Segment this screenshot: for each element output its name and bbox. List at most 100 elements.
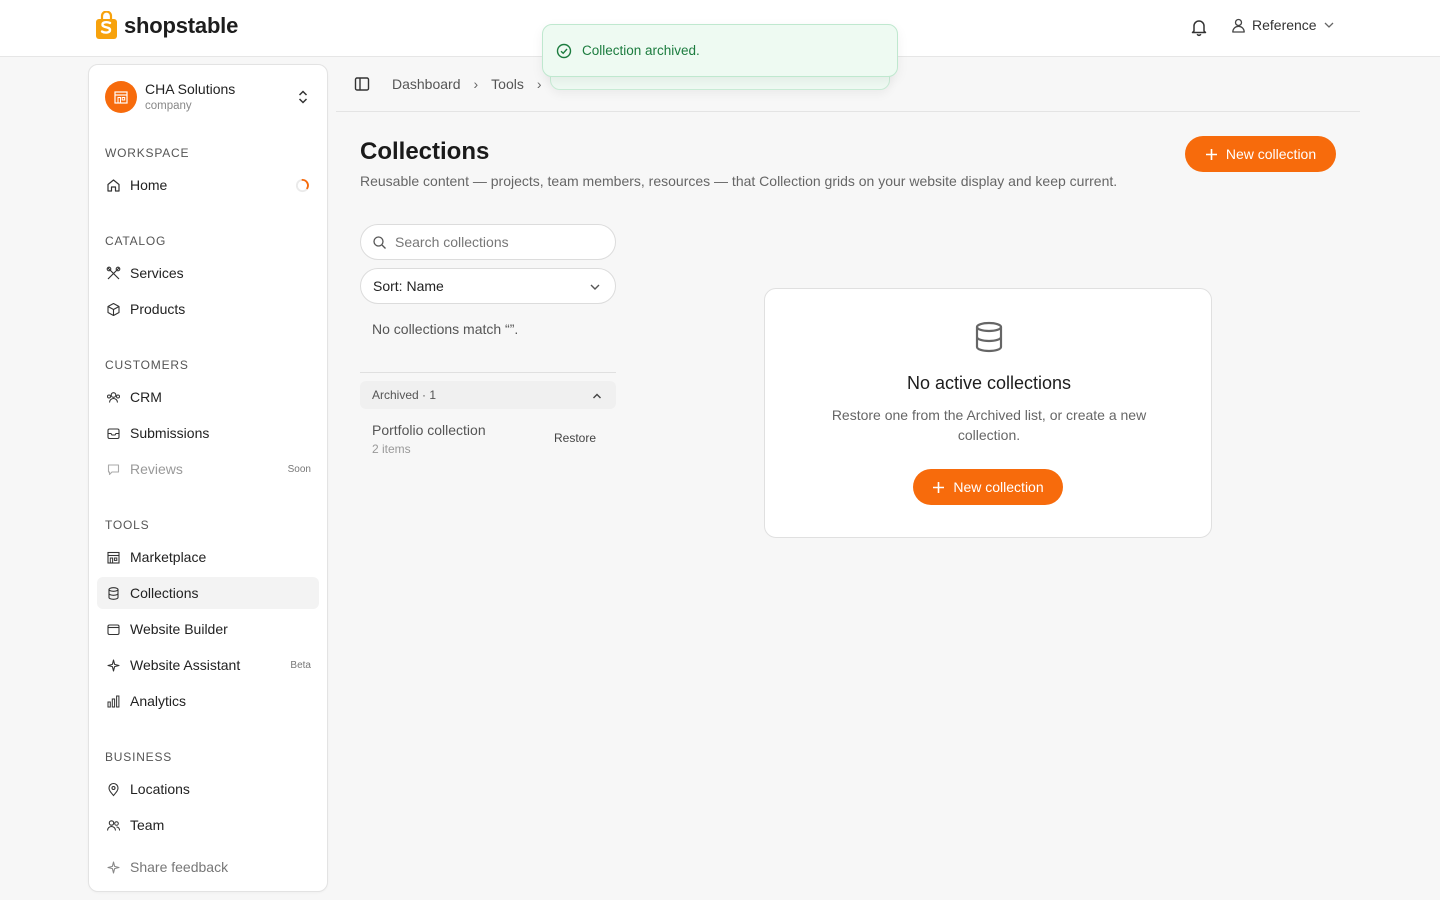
sidebar-item-label: Collections — [130, 585, 199, 601]
sidebar-item-label: Locations — [130, 781, 190, 797]
bell-icon[interactable] — [1189, 17, 1209, 37]
inbox-icon — [107, 427, 120, 439]
toast-notification: Collection archived. — [542, 24, 898, 77]
empty-state-title: No active collections — [906, 373, 1072, 393]
home-icon — [107, 178, 120, 192]
empty-new-collection-button[interactable]: New collection — [913, 469, 1063, 505]
soon-badge: Soon — [287, 463, 311, 475]
sidebar-item-website-assistant[interactable]: Website Assistant Beta — [97, 649, 319, 681]
sidebar-item-analytics[interactable]: Analytics — [97, 685, 319, 717]
sidebar-item-products[interactable]: Products — [97, 293, 319, 325]
org-switcher[interactable]: CHA Solutions company — [105, 81, 313, 115]
shopping-bag-icon — [96, 11, 117, 39]
bar-chart-icon — [107, 695, 120, 707]
database-icon — [975, 321, 1003, 353]
sidebar-item-submissions[interactable]: Submissions — [97, 417, 319, 449]
sidebar-item-home[interactable]: Home — [97, 169, 319, 201]
archived-item-name: Portfolio collection — [372, 422, 486, 438]
empty-new-collection-label: New collection — [953, 479, 1044, 495]
sidebar: CHA Solutions company WORKSPACE Home CAT… — [88, 64, 328, 892]
sidebar-item-label: CRM — [130, 389, 162, 405]
new-collection-button[interactable]: New collection — [1185, 136, 1336, 172]
chevron-right-icon: › — [473, 76, 479, 92]
sidebar-item-label: Submissions — [130, 425, 210, 441]
user-menu[interactable]: Reference — [1231, 17, 1335, 33]
brand-name: shopstable — [124, 12, 239, 38]
sort-label: Sort: Name — [373, 278, 444, 294]
no-match-message: No collections match “”. — [372, 321, 519, 337]
plus-icon — [933, 481, 945, 493]
sort-select[interactable]: Sort: Name — [360, 268, 616, 304]
org-avatar — [105, 81, 137, 113]
search-field[interactable] — [360, 224, 616, 260]
section-title-catalog: CATALOG — [105, 234, 167, 248]
page-title: Collections — [360, 138, 490, 165]
message-icon — [107, 463, 120, 475]
chevron-right-icon: › — [536, 76, 542, 92]
new-collection-label: New collection — [1225, 146, 1317, 162]
search-icon — [373, 235, 386, 249]
sidebar-item-team[interactable]: Team — [97, 809, 319, 841]
sparkles-icon — [107, 860, 120, 874]
archived-section-toggle[interactable]: Archived · 1 — [360, 381, 616, 409]
sidebar-item-label: Website Assistant — [130, 657, 241, 673]
chevron-down-icon — [1324, 22, 1334, 28]
page-subtitle: Reusable content — projects, team member… — [360, 173, 1118, 189]
toast-message: Collection archived. — [582, 43, 700, 58]
sidebar-item-reviews[interactable]: Reviews Soon — [97, 453, 319, 485]
chevron-up-down-icon[interactable] — [295, 89, 311, 105]
window-icon — [107, 623, 120, 635]
sidebar-item-label: Analytics — [130, 693, 187, 709]
share-feedback-link[interactable]: Share feedback — [97, 851, 319, 883]
loading-spinner-icon — [295, 178, 310, 193]
sidebar-item-label: Home — [130, 177, 168, 193]
sidebar-item-label: Website Builder — [130, 621, 228, 637]
plus-icon — [1205, 148, 1217, 160]
map-pin-icon — [108, 782, 119, 796]
section-title-customers: CUSTOMERS — [105, 358, 189, 372]
check-circle-icon — [556, 43, 572, 58]
sidebar-item-locations[interactable]: Locations — [97, 773, 319, 805]
sidebar-item-marketplace[interactable]: Marketplace — [97, 541, 319, 573]
section-title-workspace: WORKSPACE — [105, 146, 190, 160]
sidebar-item-label: Reviews — [130, 461, 183, 477]
restore-button[interactable]: Restore — [554, 431, 596, 445]
sidebar-item-label: Team — [130, 817, 165, 833]
org-type: company — [145, 100, 192, 112]
users-icon — [107, 391, 120, 403]
archived-header-label: Archived · 1 — [372, 388, 437, 402]
store-icon — [114, 91, 128, 104]
sidebar-item-crm[interactable]: CRM — [97, 381, 319, 413]
breadcrumb: Dashboard › Tools › — [353, 74, 555, 94]
section-title-tools: TOOLS — [105, 518, 150, 532]
sidebar-item-label: Services — [130, 265, 184, 281]
empty-state-card: No active collections Restore one from t… — [764, 288, 1212, 538]
database-icon — [108, 586, 119, 600]
user-icon — [1232, 18, 1245, 33]
user-label: Reference — [1252, 17, 1317, 33]
team-icon — [106, 819, 121, 831]
sidebar-item-collections[interactable]: Collections — [97, 577, 319, 609]
store-icon — [107, 551, 120, 564]
sidebar-toggle-icon[interactable] — [353, 75, 371, 93]
sidebar-item-services[interactable]: Services — [97, 257, 319, 289]
share-feedback-label: Share feedback — [130, 859, 229, 875]
beta-badge: Beta — [290, 659, 311, 671]
sparkles-icon — [107, 658, 120, 672]
sidebar-item-label: Marketplace — [130, 549, 207, 565]
chevron-up-icon — [593, 393, 601, 399]
sidebar-item-website-builder[interactable]: Website Builder — [97, 613, 319, 645]
section-title-business: BUSINESS — [105, 750, 173, 764]
search-input[interactable] — [395, 234, 595, 250]
box-icon — [107, 302, 120, 316]
header-divider — [336, 111, 1360, 112]
logo[interactable]: shopstable — [95, 11, 238, 40]
sidebar-item-label: Products — [130, 301, 186, 317]
breadcrumb-tools[interactable]: Tools — [491, 76, 524, 92]
empty-state-description: Restore one from the Archived list, or c… — [831, 407, 1147, 443]
org-name: CHA Solutions — [145, 81, 236, 97]
breadcrumb-dashboard[interactable]: Dashboard — [392, 76, 461, 92]
archived-item-count: 2 items — [372, 442, 411, 456]
tools-icon — [106, 266, 121, 279]
list-divider — [360, 372, 616, 373]
